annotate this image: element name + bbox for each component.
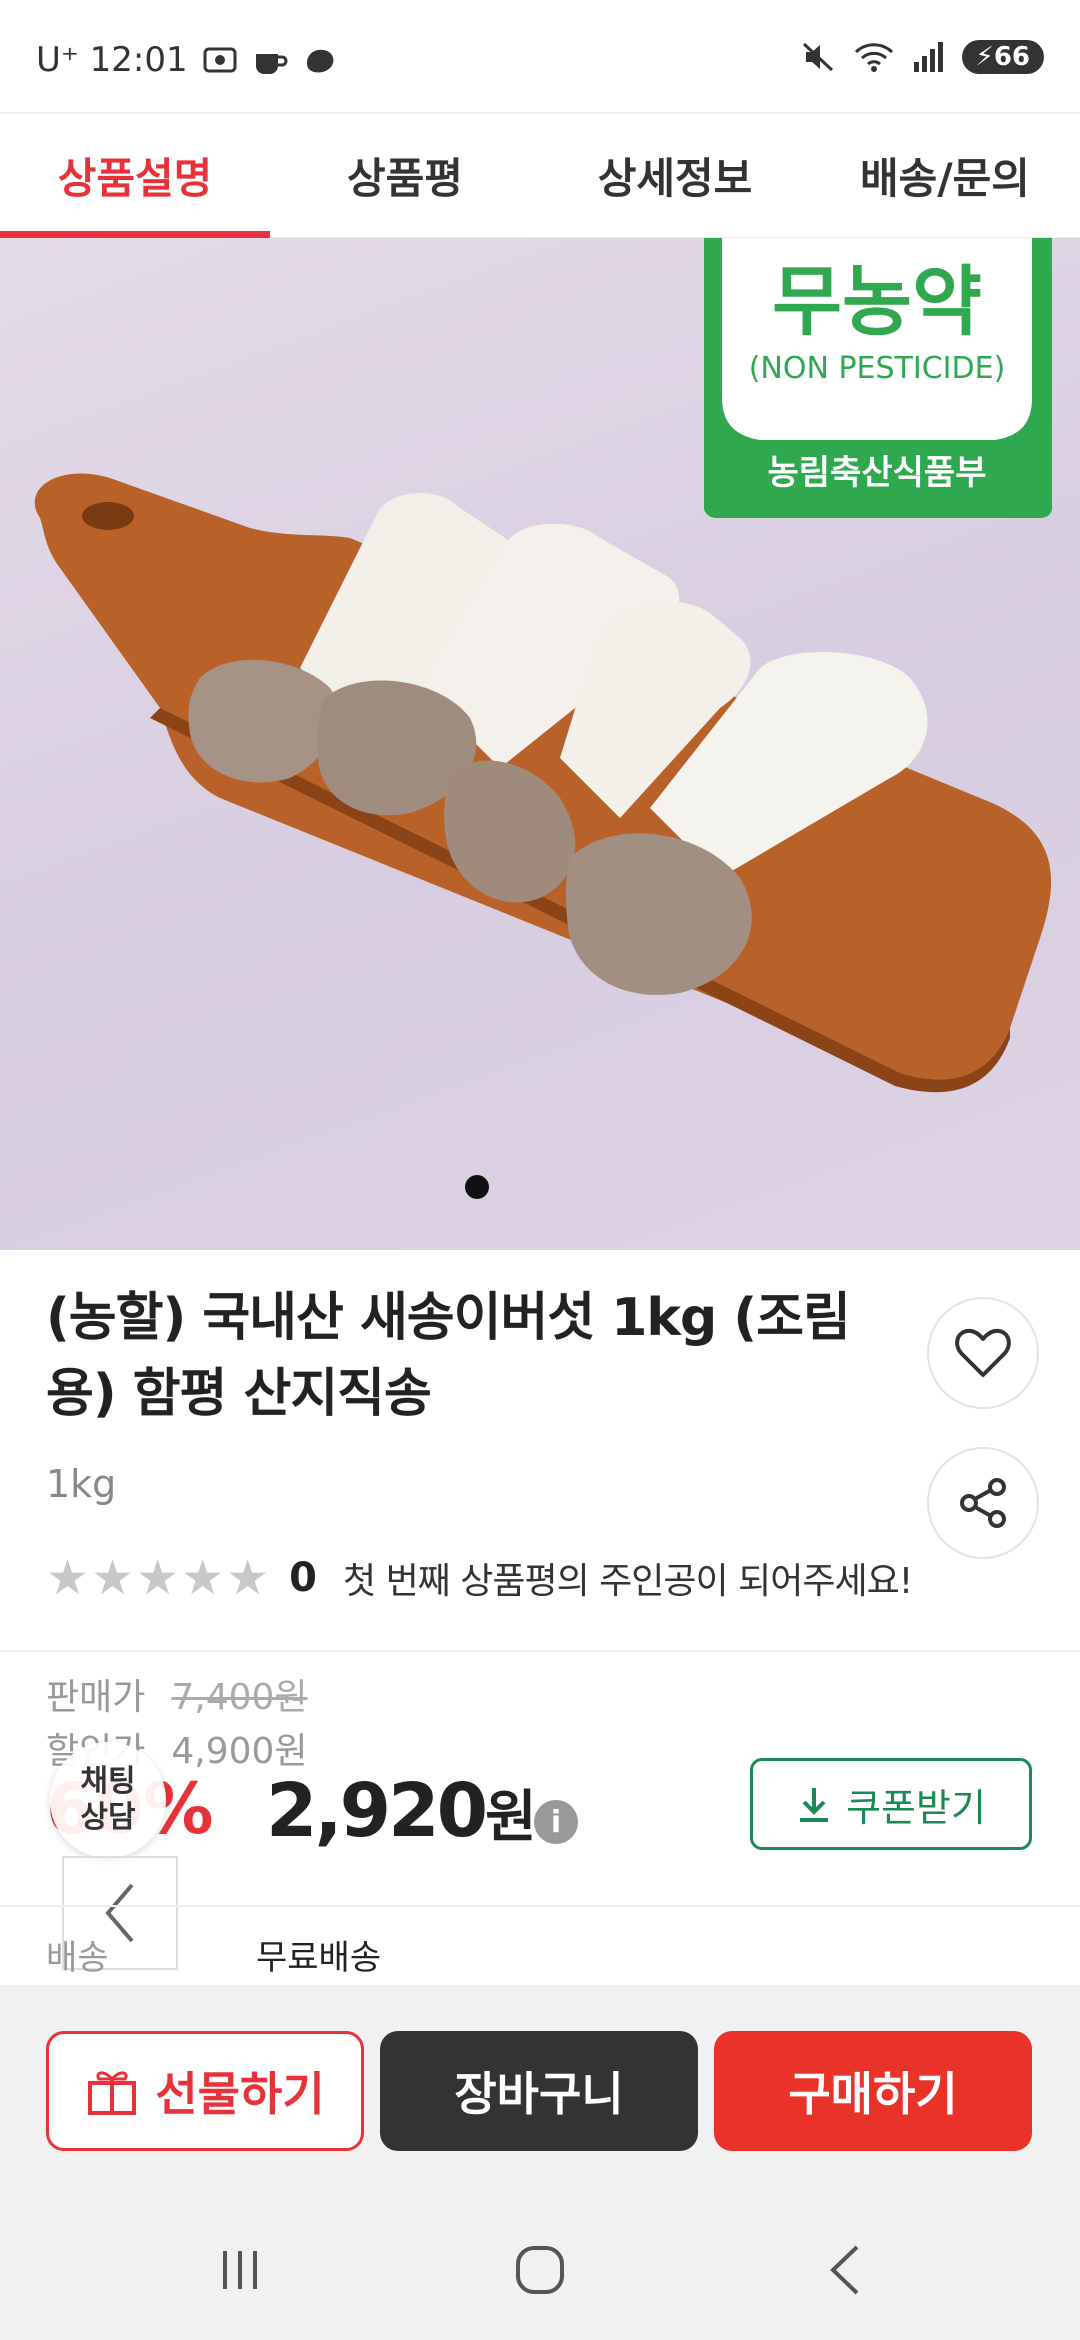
review-count: 0 [289,1555,317,1601]
product-tabs: 상품설명 상품평 상세정보 배송/문의 [0,112,1080,238]
mute-icon [802,42,833,72]
price-info-icon[interactable]: i [534,1800,578,1844]
star-rating-icon: ★★★★★ [46,1550,272,1606]
carousel-indicator-dot[interactable] [465,1175,489,1199]
bottom-action-bar: 선물하기 장바구니 구매하기 [0,1985,1080,2195]
product-image-carousel[interactable]: 무농약 (NON PESTICIDE) 농림축산식품부 [0,238,1080,1250]
buy-now-button[interactable]: 구매하기 [714,2031,1032,2151]
recent-apps-button[interactable] [200,2235,280,2305]
non-pesticide-badge: 무농약 (NON PESTICIDE) 농림축산식품부 [704,238,1052,518]
tab-description[interactable]: 상품설명 [0,114,270,238]
download-icon [800,1788,829,1822]
tab-reviews[interactable]: 상품평 [270,114,540,237]
final-price: 2,920원 [266,1768,537,1854]
battery-indicator: ⚡66 [961,40,1044,74]
coupon-label: 쿠폰받기 [846,1785,986,1830]
share-button[interactable] [927,1447,1039,1559]
system-navigation-bar [0,2195,1080,2340]
back-button[interactable] [805,2235,885,2305]
shipping-label: 배송 [46,1938,109,1978]
chat-label-line1: 채팅 [80,1764,136,1799]
badge-issuer: 농림축산식품부 [768,453,987,493]
sale-price-value: 7,400원 [171,1677,308,1718]
status-bar: U⁺ 12:01 ⚡66 [0,0,1080,112]
tab-shipping-inquiry[interactable]: 배송/문의 [810,114,1080,237]
gift-button[interactable]: 선물하기 [46,2031,364,2151]
heart-icon [955,1328,1011,1377]
gift-icon [88,2071,137,2115]
share-icon [960,1478,1006,1528]
review-prompt: 첫 번째 상품평의 주인공이 되어주세요! [343,1561,913,1602]
status-right: ⚡66 [800,40,1044,74]
gift-label: 선물하기 [155,2067,325,2121]
section-divider [0,1905,1080,1907]
discount-price-value: 4,900원 [171,1731,308,1772]
wifi-icon [854,43,893,72]
tab-details[interactable]: 상세정보 [540,114,810,237]
chat-consult-button[interactable]: 채팅 상담 [50,1742,166,1858]
rating-row[interactable]: ★★★★★ 0 첫 번째 상품평의 주인공이 되어주세요! [46,1550,913,1606]
wishlist-button[interactable] [927,1297,1039,1409]
home-icon [516,2246,564,2294]
signal-icon [913,42,943,72]
sale-price-label: 판매가 [46,1677,146,1718]
status-left: U⁺ 12:01 [36,40,338,80]
section-divider [0,1650,1080,1652]
coffee-icon [255,54,288,74]
final-price-value: 2,920 [266,1768,488,1854]
badge-subtitle: (NON PESTICIDE) [749,351,1006,386]
badge-title: 무농약 [772,257,982,346]
product-title: (농할) 국내산 새송이버섯 1kg (조림용) 함평 산지직송 [46,1288,851,1424]
screenshot-icon [203,47,237,73]
recent-apps-icon [223,2251,257,2289]
home-button[interactable] [500,2235,580,2305]
chat-label-line2: 상담 [80,1800,136,1835]
product-option: 1kg [46,1462,117,1506]
battery-level: 66 [993,42,1030,72]
carrier-time: U⁺ 12:01 [36,40,188,80]
final-price-currency: 원 [485,1785,537,1850]
product-image: 무농약 (NON PESTICIDE) 농림축산식품부 [34,238,1052,1093]
shipping-value: 무료배송 [256,1938,382,1978]
coupon-button[interactable]: 쿠폰받기 [750,1758,1032,1850]
app-notification-icon [306,49,333,73]
sale-price-row: 판매가 7,400원 [46,1668,308,1720]
add-to-cart-button[interactable]: 장바구니 [380,2031,698,2151]
back-icon [830,2245,859,2295]
